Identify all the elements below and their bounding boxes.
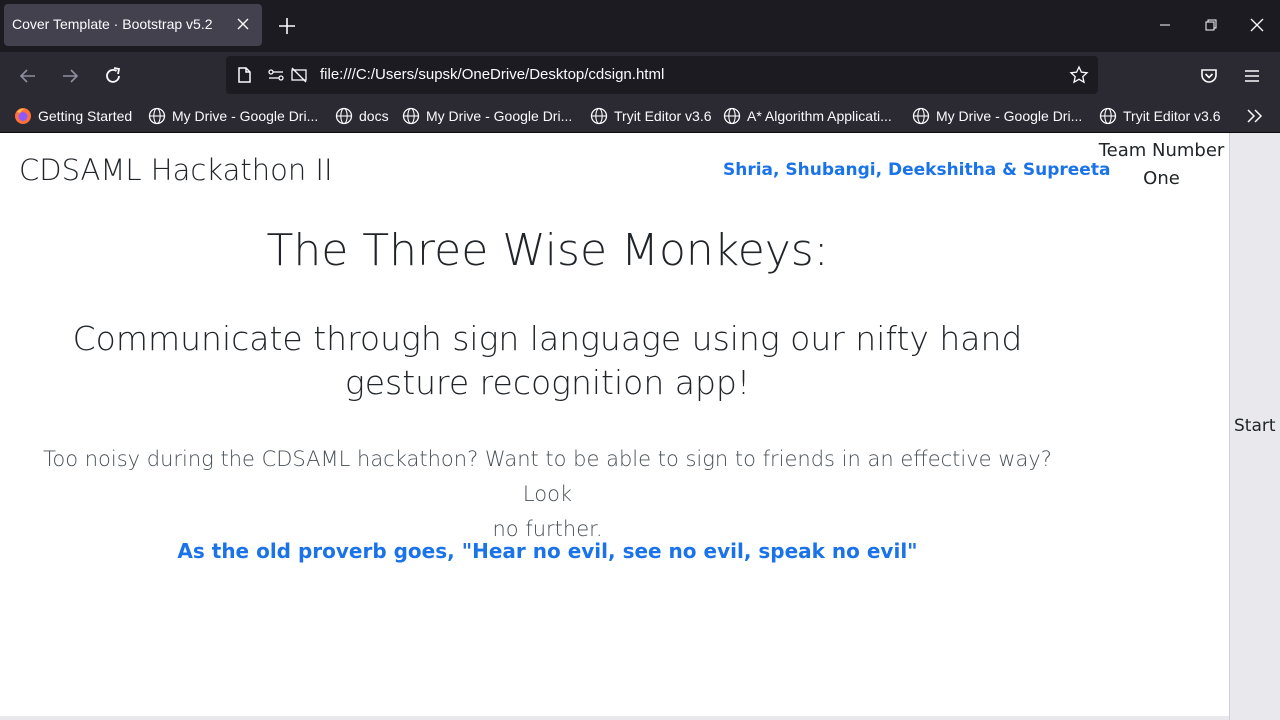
url-bar[interactable]: file:///C:/Users/supsk/OneDrive/Desktop/… — [226, 56, 1098, 94]
team-number: Team Number One — [1098, 137, 1225, 193]
bookmark-label: Tryit Editor v3.6 — [614, 108, 712, 124]
bookmark-label: docs — [359, 108, 389, 124]
subheading-line-1: Communicate through sign language using … — [72, 319, 1023, 358]
globe-icon — [590, 107, 608, 125]
bookmark-docs[interactable]: docs — [335, 107, 389, 125]
bookmarks-toolbar: Getting Started My Drive - Google Dri...… — [0, 100, 1280, 133]
bookmark-getting-started[interactable]: Getting Started — [14, 107, 132, 125]
tab-active[interactable]: Cover Template · Bootstrap v5.2 — [4, 4, 262, 46]
bookmark-label: A* Algorithm Applicati... — [747, 108, 892, 124]
tab-title: Cover Template · Bootstrap v5.2 — [12, 16, 213, 32]
globe-icon — [1099, 107, 1117, 125]
menu-icon[interactable] — [1240, 64, 1264, 88]
bookmark-label: My Drive - Google Dri... — [936, 108, 1083, 124]
proverb-text: As the old proverb goes, "Hear no evil, … — [177, 539, 918, 563]
bookmark-star-icon[interactable] — [1069, 65, 1089, 85]
start-button[interactable]: Start — [1234, 416, 1276, 436]
bookmark-label: Getting Started — [38, 108, 133, 124]
bookmark-my-drive-3[interactable]: My Drive - Google Dri... — [912, 107, 1082, 125]
bookmark-label: My Drive - Google Dri... — [426, 108, 573, 124]
page-heading: The Three Wise Monkeys: — [266, 225, 829, 276]
forward-icon[interactable] — [58, 64, 82, 88]
globe-icon — [335, 107, 353, 125]
subheading-line-2: gesture recognition app! — [344, 363, 751, 402]
close-window-icon[interactable] — [1244, 12, 1270, 38]
autoplay-blocked-icon[interactable] — [289, 65, 309, 85]
bookmark-my-drive-2[interactable]: My Drive - Google Dri... — [402, 107, 572, 125]
bookmark-my-drive-1[interactable]: My Drive - Google Dri... — [148, 107, 318, 125]
permissions-icon[interactable] — [266, 65, 286, 85]
start-panel[interactable]: Start — [1229, 133, 1280, 720]
globe-icon — [402, 107, 420, 125]
navigation-toolbar: file:///C:/Users/supsk/OneDrive/Desktop/… — [0, 52, 1280, 100]
authors-link[interactable]: Shria, Shubangi, Deekshitha & Supreeta — [723, 160, 1110, 180]
restore-icon[interactable] — [1198, 12, 1224, 38]
new-tab-icon[interactable] — [276, 15, 298, 37]
tab-strip: Cover Template · Bootstrap v5.2 — [0, 0, 1280, 52]
lead-line-1: Too noisy during the CDSAML hackathon? W… — [43, 447, 1052, 506]
page-content: CDSAML Hackathon II Shria, Shubangi, Dee… — [0, 133, 1229, 720]
page-subheading: Communicate through sign language using … — [30, 317, 1065, 405]
reload-icon[interactable] — [101, 64, 125, 88]
bookmark-a-star-algorithm[interactable]: A* Algorithm Applicati... — [723, 107, 892, 125]
firefox-icon — [15, 108, 31, 124]
brand-title: CDSAML Hackathon II — [19, 153, 333, 187]
globe-icon — [723, 107, 741, 125]
minimize-icon[interactable] — [1152, 12, 1178, 38]
bottom-border — [0, 716, 1229, 720]
chevron-double-right-icon[interactable] — [1244, 106, 1266, 126]
bookmark-tryit-editor-2[interactable]: Tryit Editor v3.6 — [1099, 107, 1221, 125]
page-icon[interactable] — [234, 65, 254, 85]
bookmark-tryit-editor-1[interactable]: Tryit Editor v3.6 — [590, 107, 712, 125]
globe-icon — [912, 107, 930, 125]
globe-icon — [148, 107, 166, 125]
back-icon[interactable] — [16, 64, 40, 88]
url-text[interactable]: file:///C:/Users/supsk/OneDrive/Desktop/… — [320, 66, 664, 83]
pocket-icon[interactable] — [1197, 64, 1221, 88]
team-label: Team Number — [1098, 140, 1225, 161]
bookmark-label: Tryit Editor v3.6 — [1123, 108, 1221, 124]
bookmark-label: My Drive - Google Dri... — [172, 108, 319, 124]
team-value: One — [1143, 168, 1180, 189]
lead-paragraph: Too noisy during the CDSAML hackathon? W… — [30, 442, 1065, 547]
close-tab-icon[interactable] — [232, 13, 254, 35]
